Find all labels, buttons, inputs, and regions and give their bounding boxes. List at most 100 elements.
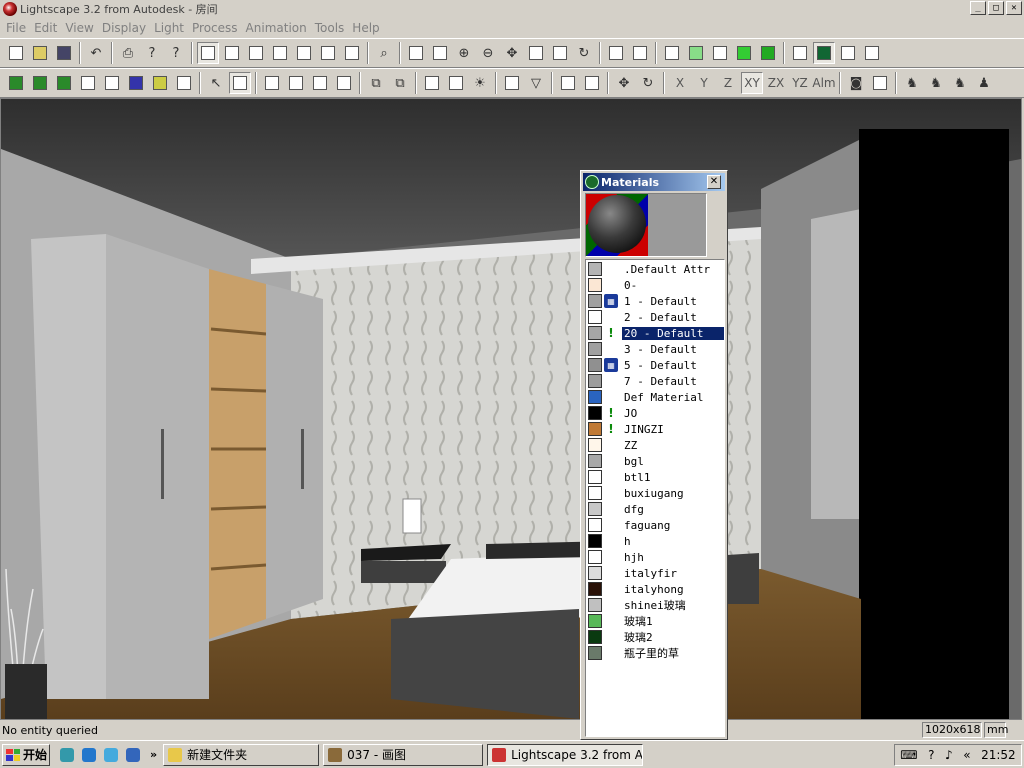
snap-button[interactable] xyxy=(557,72,579,94)
view-bottom-button[interactable] xyxy=(341,42,363,64)
material-item[interactable]: btl1 xyxy=(586,469,724,485)
shaded-cube-button[interactable] xyxy=(685,42,707,64)
green-cube-button[interactable] xyxy=(733,42,755,64)
axis-zx-button[interactable]: ZX xyxy=(765,72,787,94)
menu-process[interactable]: Process xyxy=(192,21,238,35)
move-button[interactable]: ✥ xyxy=(501,42,523,64)
maximize-button[interactable]: □ xyxy=(988,1,1004,15)
lights-button[interactable] xyxy=(861,42,883,64)
keyboard-icon[interactable]: ⌨ xyxy=(900,748,917,762)
box-mode-button[interactable] xyxy=(53,72,75,94)
texture-button[interactable] xyxy=(149,72,171,94)
move-obj-button[interactable]: ✥ xyxy=(613,72,635,94)
material-item[interactable]: bgl xyxy=(586,453,724,469)
material-item[interactable]: 玻璃1 xyxy=(586,613,724,629)
volume-icon[interactable]: ♪ xyxy=(945,748,953,762)
undo-button[interactable]: ↶ xyxy=(85,42,107,64)
material-item[interactable]: ZZ xyxy=(586,437,724,453)
cursor-pick-button[interactable] xyxy=(197,42,219,64)
light-bulb-button[interactable]: ☀ xyxy=(469,72,491,94)
material-item[interactable]: ! JO xyxy=(586,405,724,421)
select-sub-button[interactable] xyxy=(309,72,331,94)
view-front-button[interactable] xyxy=(221,42,243,64)
minimize-button[interactable]: _ xyxy=(970,1,986,15)
menu-help[interactable]: Help xyxy=(352,21,379,35)
zoom-in-button[interactable]: ⊕ xyxy=(453,42,475,64)
help-tray-icon[interactable]: ? xyxy=(928,748,934,762)
material-item[interactable]: ! 20 - Default xyxy=(586,325,724,341)
mesh-button[interactable] xyxy=(173,72,195,94)
view-back-button[interactable] xyxy=(245,42,267,64)
material-item[interactable]: ! JINGZI xyxy=(586,421,724,437)
wire-cube-button[interactable] xyxy=(661,42,683,64)
view-right-button[interactable] xyxy=(293,42,315,64)
material-item[interactable]: h xyxy=(586,533,724,549)
orbit-button[interactable] xyxy=(405,42,427,64)
view-top-button[interactable] xyxy=(317,42,339,64)
rotate-button[interactable]: ↻ xyxy=(573,42,595,64)
blocks-button[interactable] xyxy=(837,42,859,64)
media-icon[interactable] xyxy=(124,746,142,764)
list-button[interactable] xyxy=(501,72,523,94)
tray-expand-icon[interactable]: « xyxy=(963,748,970,762)
materials-close-button[interactable]: ✕ xyxy=(707,175,721,189)
dolly-button[interactable] xyxy=(525,42,547,64)
layers-button[interactable] xyxy=(789,42,811,64)
select-add-button[interactable] xyxy=(285,72,307,94)
axis-yz-button[interactable]: YZ xyxy=(789,72,811,94)
walk-figure-button[interactable]: ♞ xyxy=(901,72,923,94)
axis-alm-button[interactable]: Alm xyxy=(812,72,835,94)
hidden-cube-button[interactable] xyxy=(709,42,731,64)
solid-mode-button[interactable] xyxy=(5,72,27,94)
open-folder-button[interactable] xyxy=(29,42,51,64)
3d-viewport[interactable] xyxy=(0,98,1022,720)
copy-button[interactable]: ⧉ xyxy=(365,72,387,94)
measure-button[interactable] xyxy=(581,72,603,94)
camera-button[interactable]: ◙ xyxy=(845,72,867,94)
menu-edit[interactable]: Edit xyxy=(34,21,57,35)
zoom-window-button[interactable] xyxy=(605,42,627,64)
ie-icon[interactable] xyxy=(80,746,98,764)
stripe-button[interactable] xyxy=(77,72,99,94)
materials-button[interactable] xyxy=(813,42,835,64)
select-invert-button[interactable] xyxy=(333,72,355,94)
material-item[interactable]: dfg xyxy=(586,501,724,517)
materials-panel[interactable]: Materials ✕ .Default Attr 0- ▦ 1 - Default 2… xyxy=(580,170,728,740)
taskbar-button[interactable]: 新建文件夹 xyxy=(163,743,320,766)
filter-button[interactable]: ▽ xyxy=(525,72,547,94)
new-file-button[interactable] xyxy=(5,42,27,64)
material-item[interactable]: 2 - Default xyxy=(586,309,724,325)
start-button[interactable]: 开始 xyxy=(2,743,50,766)
wire-mode-button[interactable] xyxy=(29,72,51,94)
run-figure-button[interactable]: ♞ xyxy=(925,72,947,94)
zoom-button[interactable]: ⊖ xyxy=(477,42,499,64)
stand-figure-button[interactable]: ♟ xyxy=(973,72,995,94)
material-item[interactable]: shinei玻璃 xyxy=(586,597,724,613)
material-item[interactable]: 7 - Default xyxy=(586,373,724,389)
select-arrow-button[interactable]: ↖ xyxy=(205,72,227,94)
material-item[interactable]: hjh xyxy=(586,549,724,565)
select-hand-button[interactable] xyxy=(229,72,251,94)
material-item[interactable]: buxiugang xyxy=(586,485,724,501)
rotate-obj-button[interactable]: ↻ xyxy=(637,72,659,94)
paint-button[interactable] xyxy=(869,72,891,94)
select-region-button[interactable] xyxy=(261,72,283,94)
material-item[interactable]: italyfir xyxy=(586,565,724,581)
material-item[interactable]: 0- xyxy=(586,277,724,293)
paste-button[interactable]: ⧉ xyxy=(389,72,411,94)
menu-view[interactable]: View xyxy=(65,21,93,35)
context-help-button[interactable]: ? xyxy=(165,42,187,64)
material-item[interactable]: .Default Attr xyxy=(586,261,724,277)
close-button[interactable]: ✕ xyxy=(1006,1,1022,15)
materials-list[interactable]: .Default Attr 0- ▦ 1 - Default 2 - Default! 2… xyxy=(585,259,725,737)
material-item[interactable]: Def Material xyxy=(586,389,724,405)
axis-x-button[interactable]: X xyxy=(669,72,691,94)
material-item[interactable]: italyhong xyxy=(586,581,724,597)
menu-display[interactable]: Display xyxy=(102,21,146,35)
material-item[interactable]: 玻璃2 xyxy=(586,629,724,645)
outlook-icon[interactable] xyxy=(102,746,120,764)
quicklaunch-more[interactable]: » xyxy=(150,748,157,761)
material-item[interactable]: ▦ 1 - Default xyxy=(586,293,724,309)
solid-cube-button[interactable] xyxy=(757,42,779,64)
axis-z-button[interactable]: Z xyxy=(717,72,739,94)
